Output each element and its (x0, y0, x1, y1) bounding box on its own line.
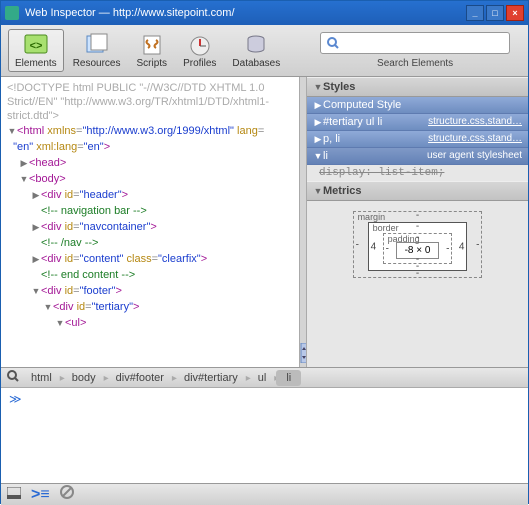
breadcrumb-item[interactable]: html (21, 370, 62, 386)
tab-resources[interactable]: Resources (66, 29, 128, 72)
breadcrumb-item[interactable]: ul (248, 370, 277, 386)
dock-icon[interactable] (7, 486, 21, 504)
profiles-icon (186, 32, 214, 56)
style-row-selected[interactable]: liuser agent stylesheet (307, 148, 528, 165)
main-area: <!DOCTYPE html PUBLIC "-//W3C//DTD XHTML… (1, 77, 528, 367)
clear-icon[interactable] (60, 485, 74, 504)
breadcrumb-item[interactable]: body (62, 370, 106, 386)
disclosure-triangle[interactable] (19, 171, 29, 187)
show-console-icon[interactable]: >≡ (31, 486, 50, 504)
disclosure-triangle[interactable] (31, 187, 41, 203)
tab-label: Databases (232, 58, 280, 69)
style-row-computed[interactable]: Computed Style (307, 97, 528, 114)
bottom-bar: >≡ (1, 483, 528, 505)
style-row[interactable]: p, listructure.css,stand… (307, 131, 528, 148)
elements-icon: <> (22, 32, 50, 56)
tab-elements[interactable]: <> Elements (8, 29, 64, 72)
breadcrumb-item-active[interactable]: li (276, 370, 301, 386)
box-margin[interactable]: margin - - - - border - - 4 4 padding - … (353, 211, 483, 278)
disclosure-triangle[interactable] (313, 81, 323, 93)
disclosure-triangle[interactable] (313, 185, 323, 197)
dom-comment: <!-- navigation bar --> (41, 205, 147, 217)
search-input[interactable] (343, 37, 503, 49)
console-prompt: ≫ (9, 392, 22, 406)
app-icon (5, 6, 19, 20)
close-button[interactable]: × (506, 5, 524, 21)
disclosure-triangle[interactable] (19, 155, 29, 171)
breadcrumb-item[interactable]: div#footer (106, 370, 174, 386)
disclosure-triangle[interactable] (55, 315, 65, 331)
disclosure-triangle[interactable] (31, 219, 41, 235)
splitter-handle-icon (300, 343, 306, 363)
window-titlebar: Web Inspector — http://www.sitepoint.com… (1, 1, 528, 25)
doctype-text: <!DOCTYPE html PUBLIC "-//W3C//DTD XHTML… (7, 81, 297, 123)
dom-node-head[interactable]: <head> (29, 157, 66, 169)
disclosure-triangle[interactable] (7, 123, 17, 139)
search-area: Search Elements (308, 32, 522, 69)
disclosure-triangle[interactable] (43, 299, 53, 315)
toolbar: <> Elements Resources Scripts Profiles D… (1, 25, 528, 77)
tab-label: Profiles (183, 58, 216, 69)
dom-node-ul[interactable]: <ul> (65, 317, 86, 329)
dom-node-body[interactable]: <body> (29, 173, 66, 185)
search-label: Search Elements (377, 58, 453, 69)
dom-comment: <!-- /nav --> (41, 237, 98, 249)
scripts-icon (138, 32, 166, 56)
disclosure-triangle[interactable] (31, 283, 41, 299)
tab-label: Resources (73, 58, 121, 69)
databases-icon (242, 32, 270, 56)
box-padding[interactable]: padding - - - - -8 × 0 (383, 233, 453, 264)
breadcrumb-item[interactable]: div#tertiary (174, 370, 248, 386)
metrics-section-header[interactable]: Metrics (307, 181, 528, 201)
disclosure-triangle[interactable] (31, 251, 41, 267)
tab-label: Scripts (137, 58, 168, 69)
inspect-icon[interactable] (5, 370, 21, 385)
maximize-button[interactable]: □ (486, 5, 504, 21)
resources-icon (83, 32, 111, 56)
tab-databases[interactable]: Databases (225, 29, 287, 72)
breadcrumb-bar: html body div#footer div#tertiary ul li (1, 367, 528, 387)
tab-scripts[interactable]: Scripts (130, 29, 175, 72)
console-panel[interactable]: ≫ (1, 387, 528, 483)
styles-section-header[interactable]: Styles (307, 77, 528, 97)
minimize-button[interactable]: _ (466, 5, 484, 21)
tab-label: Elements (15, 58, 57, 69)
styles-panel: Styles Computed Style #tertiary ul listr… (307, 77, 528, 367)
tab-profiles[interactable]: Profiles (176, 29, 223, 72)
dom-comment: <!-- end content --> (41, 269, 135, 281)
style-rule-overridden[interactable]: display: list-item; (307, 165, 528, 181)
dom-tree-panel[interactable]: <!DOCTYPE html PUBLIC "-//W3C//DTD XHTML… (1, 77, 299, 367)
search-icon (327, 37, 339, 49)
box-model-diagram: margin - - - - border - - 4 4 padding - … (307, 201, 528, 288)
splitter[interactable] (299, 77, 307, 367)
style-row[interactable]: #tertiary ul listructure.css,stand… (307, 114, 528, 131)
search-box[interactable] (320, 32, 510, 54)
window-title: Web Inspector — http://www.sitepoint.com… (25, 7, 464, 19)
box-border[interactable]: border - - 4 4 padding - - - - -8 × 0 (368, 222, 468, 271)
svg-text:<>: <> (29, 40, 42, 52)
